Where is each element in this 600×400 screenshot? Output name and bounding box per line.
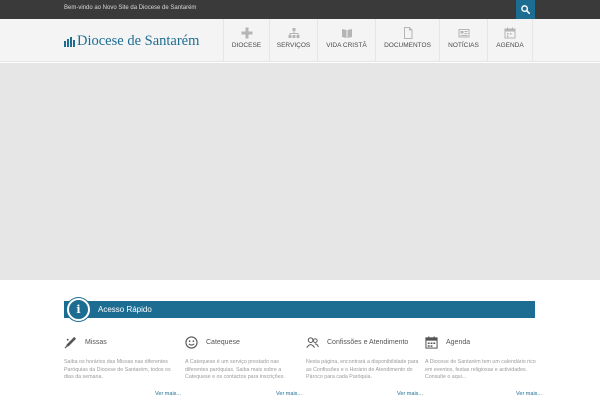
calendar-icon <box>504 27 516 39</box>
nav-label: VIDA CRISTÃ <box>326 42 367 49</box>
column-header[interactable]: Missas <box>64 335 181 349</box>
quick-access-column-missas: Missas Saiba os horários das Missas nas … <box>64 335 181 397</box>
nav-label: DIOCESE <box>231 42 262 49</box>
nav-item-agenda[interactable]: AGENDA <box>487 19 533 62</box>
nav-label: DOCUMENTOS <box>384 42 431 49</box>
newspaper-icon <box>458 29 469 38</box>
quick-access-column-confissoes: Confissões e Atendimento Nesta página, e… <box>306 335 423 397</box>
nav-label: AGENDA <box>496 42 524 49</box>
ver-mais-link[interactable]: Ver mais... <box>306 391 423 397</box>
nav-item-servicos[interactable]: SERVIÇOS <box>269 19 317 62</box>
nav-item-documentos[interactable]: DOCUMENTOS <box>375 19 439 62</box>
column-header[interactable]: Catequese <box>185 335 302 349</box>
ver-mais-link[interactable]: Ver mais... <box>64 391 181 397</box>
nav-item-noticias[interactable]: NOTÍCIAS <box>439 19 487 62</box>
welcome-text: Bem-vindo ao Novo Site da Diocese de San… <box>64 5 197 11</box>
ver-mais-link[interactable]: Ver mais... <box>185 391 302 397</box>
column-text: Saiba os horários das Missas nas diferen… <box>64 359 171 381</box>
nav-label: SERVIÇOS <box>276 42 311 49</box>
hero-slider[interactable] <box>0 63 600 280</box>
calendar-icon <box>425 335 438 349</box>
quick-access-badge: i <box>67 298 90 321</box>
nav-label: NOTÍCIAS <box>448 42 479 49</box>
church-logo-icon <box>64 37 75 47</box>
column-header[interactable]: Agenda <box>425 335 542 349</box>
search-icon <box>521 5 530 14</box>
people-icon <box>306 336 319 348</box>
quick-access-column-agenda: Agenda A Diocese de Santarém tem um cale… <box>425 335 542 397</box>
logo-text: Diocese de Santarém <box>77 33 200 49</box>
nav-item-vida-crista[interactable]: VIDA CRISTÃ <box>317 19 375 62</box>
main-nav: DIOCESE SERVIÇOS VIDA CRISTÃ DOCUMENTOS … <box>223 19 533 62</box>
site-header: Diocese de Santarém DIOCESE SERVIÇOS VID… <box>0 19 600 62</box>
info-icon: i <box>76 303 81 316</box>
column-text: Nesta página, encontrará a disponibilida… <box>306 359 419 381</box>
column-title: Confissões e Atendimento <box>327 338 409 346</box>
column-title: Missas <box>85 338 107 346</box>
smiley-icon <box>185 335 198 349</box>
top-bar: Bem-vindo ao Novo Site da Diocese de San… <box>0 0 600 19</box>
column-title: Catequese <box>206 338 240 346</box>
book-icon <box>341 29 352 38</box>
quick-access-title: Acesso Rápido <box>98 305 152 314</box>
nav-item-diocese[interactable]: DIOCESE <box>223 19 269 62</box>
quick-access-column-catequese: Catequese A Catequese é um serviço prest… <box>185 335 302 397</box>
column-title: Agenda <box>446 338 471 346</box>
column-header[interactable]: Confissões e Atendimento <box>306 335 423 349</box>
column-text: A Diocese de Santarém tem um calendário … <box>425 359 536 381</box>
search-button[interactable] <box>516 0 535 19</box>
plus-icon <box>241 27 252 39</box>
document-icon <box>403 27 412 39</box>
site-logo[interactable]: Diocese de Santarém <box>64 31 199 49</box>
pen-icon <box>64 336 77 348</box>
ver-mais-link[interactable]: Ver mais... <box>425 391 542 397</box>
sitemap-icon <box>288 28 299 38</box>
column-text: A Catequese é um serviço prestado nas di… <box>185 359 285 381</box>
